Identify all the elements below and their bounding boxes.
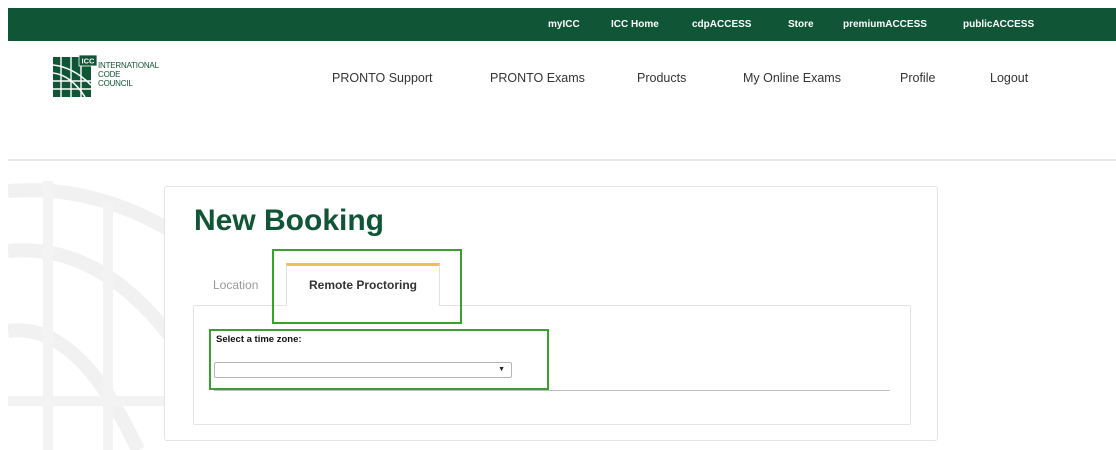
timezone-select[interactable]: ▼: [214, 362, 512, 378]
nav-profile[interactable]: Profile: [900, 71, 935, 85]
top-link-icc-home[interactable]: ICC Home: [611, 8, 659, 41]
top-link-publicaccess[interactable]: publicACCESS: [963, 8, 1034, 41]
nav-pronto-exams[interactable]: PRONTO Exams: [490, 71, 585, 85]
logo-line: CODE: [98, 70, 121, 79]
tab-location[interactable]: Location: [213, 278, 258, 292]
nav-my-online-exams[interactable]: My Online Exams: [743, 71, 841, 85]
top-nav-bar: myICC ICC Home cdpACCESS Store premiumAC…: [8, 8, 1116, 41]
top-link-premiumaccess[interactable]: premiumACCESS: [843, 8, 927, 41]
logo-line: INTERNATIONAL: [98, 61, 159, 70]
logo-mark-text: ICC: [82, 57, 96, 66]
tab-panel-remote-proctoring: Select a time zone: ▼: [193, 305, 911, 425]
panel-divider: [214, 390, 890, 391]
logo-line: COUNCIL: [98, 79, 133, 88]
dropdown-arrow-icon: ▼: [498, 366, 505, 373]
page-title: New Booking: [194, 204, 385, 237]
booking-card: New Booking Location Remote Proctoring S…: [164, 186, 938, 441]
top-link-cdpaccess[interactable]: cdpACCESS: [692, 8, 751, 41]
nav-logout[interactable]: Logout: [990, 71, 1028, 85]
top-link-myicc[interactable]: myICC: [548, 8, 580, 41]
icc-logo[interactable]: ICC INTERNATIONAL CODE COUNCIL: [53, 55, 168, 101]
nav-pronto-support[interactable]: PRONTO Support: [332, 71, 433, 85]
tab-remote-proctoring[interactable]: Remote Proctoring: [286, 263, 440, 306]
nav-products[interactable]: Products: [637, 71, 686, 85]
top-link-store[interactable]: Store: [788, 8, 814, 41]
timezone-label: Select a time zone:: [216, 334, 302, 345]
icc-logo-icon: ICC: [53, 55, 97, 98]
logo-wordmark: INTERNATIONAL CODE COUNCIL: [98, 61, 159, 88]
